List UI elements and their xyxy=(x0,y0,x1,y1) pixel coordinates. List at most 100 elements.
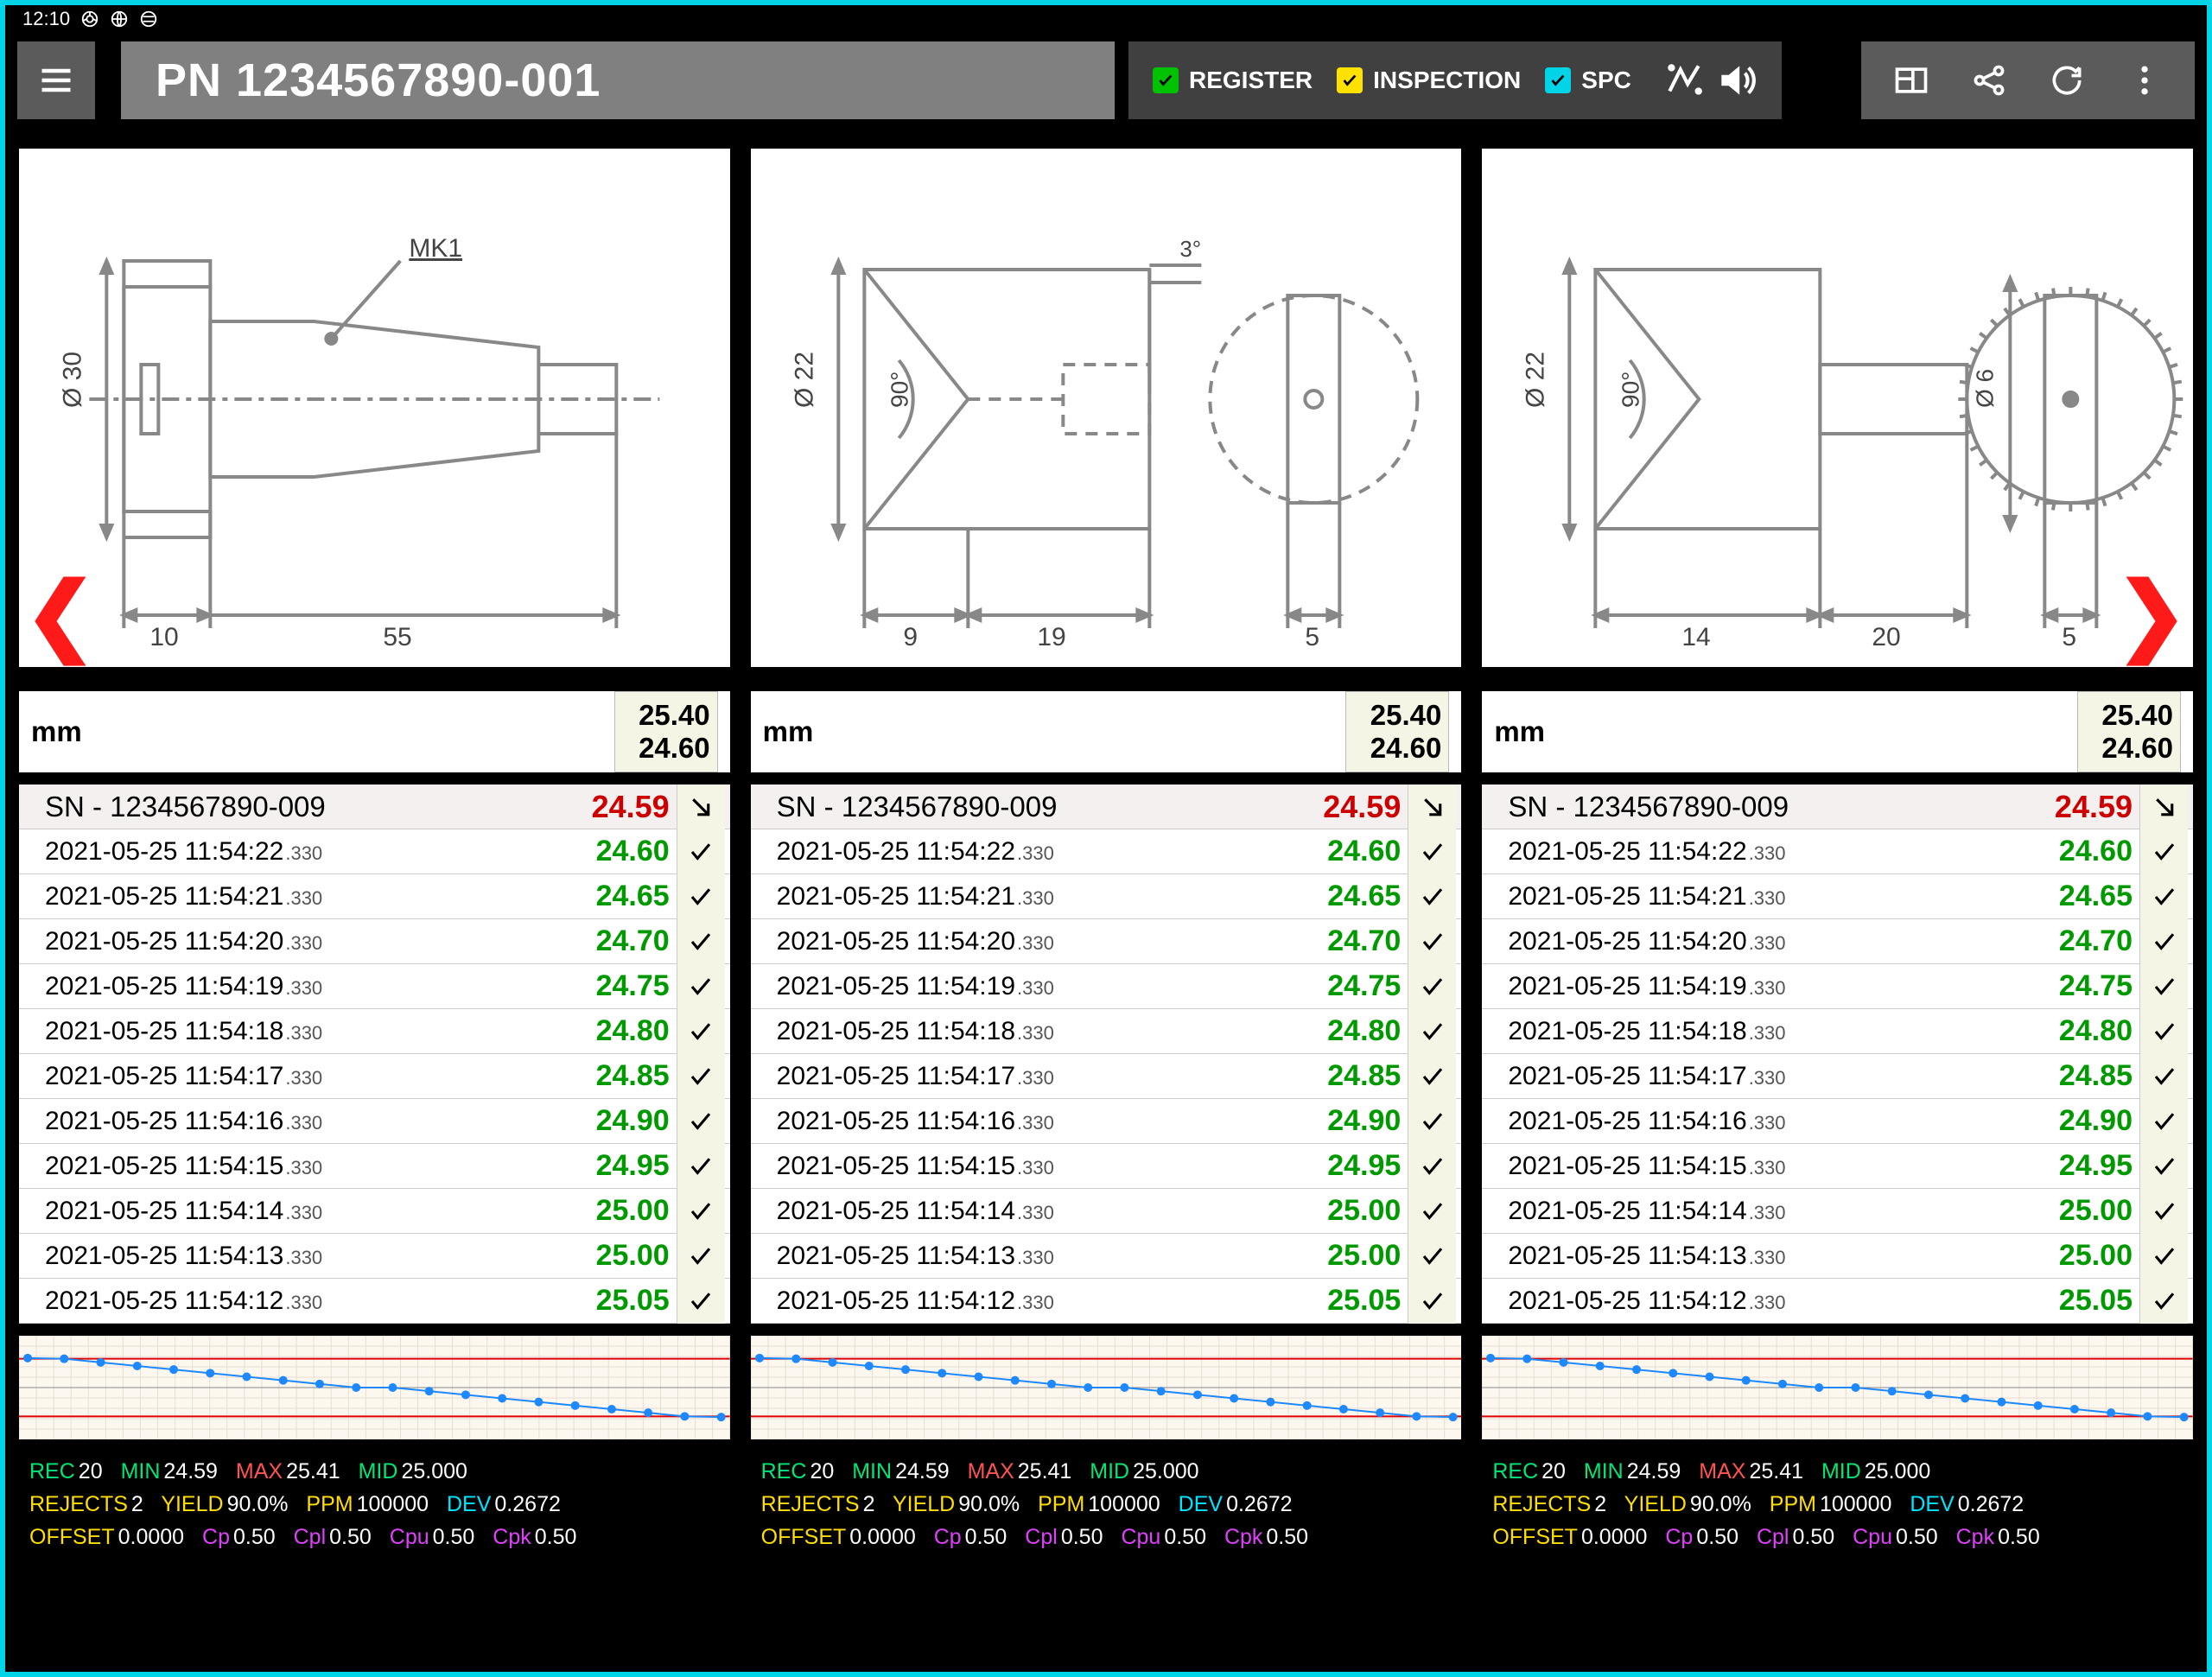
measurement-row[interactable]: 2021-05-25 11:54:14.330 25.00 xyxy=(19,1189,730,1234)
measurement-row[interactable]: 2021-05-25 11:54:12.330 25.05 xyxy=(751,1279,1462,1324)
check-icon xyxy=(677,1099,725,1144)
measurement-value: 24.70 xyxy=(573,924,677,958)
more-icon[interactable] xyxy=(2126,61,2164,99)
status-bar: 12:10 xyxy=(5,5,2207,33)
timestamp: 2021-05-25 11:54:18.330 xyxy=(1508,1017,2036,1046)
timestamp: 2021-05-25 11:54:16.330 xyxy=(1508,1107,2036,1136)
measurement-row[interactable]: 2021-05-25 11:54:17.330 24.85 xyxy=(1482,1054,2193,1099)
refresh-icon[interactable] xyxy=(2048,61,2086,99)
sn-row[interactable]: SN - 1234567890-009 24.59 xyxy=(751,785,1462,829)
check-icon xyxy=(677,874,725,919)
measurement-row[interactable]: 2021-05-25 11:54:22.330 24.60 xyxy=(19,829,730,874)
volume-icon[interactable] xyxy=(1714,59,1758,102)
sn-label: SN - 1234567890-009 xyxy=(45,791,573,823)
check-icon xyxy=(1408,919,1456,964)
measurement-row[interactable]: 2021-05-25 11:54:20.330 24.70 xyxy=(751,919,1462,964)
timestamp: 2021-05-25 11:54:20.330 xyxy=(1508,927,2036,956)
layout-icon[interactable] xyxy=(1892,61,1930,99)
next-chevron-icon[interactable]: ❯ xyxy=(2115,563,2188,664)
measurement-row[interactable]: 2021-05-25 11:54:19.330 24.75 xyxy=(19,964,730,1009)
measurement-value: 24.65 xyxy=(1304,880,1408,913)
measurement-row[interactable]: 2021-05-25 11:54:14.330 25.00 xyxy=(1482,1189,2193,1234)
measurement-row[interactable]: 2021-05-25 11:54:16.330 24.90 xyxy=(1482,1099,2193,1144)
measurement-row[interactable]: 2021-05-25 11:54:22.330 24.60 xyxy=(1482,829,2193,874)
trend-chart[interactable] xyxy=(1482,1336,2193,1439)
measurement-row[interactable]: 2021-05-25 11:54:15.330 24.95 xyxy=(19,1144,730,1189)
drawing-pane[interactable]: Ø 22 90° 9 19 3° 5 xyxy=(751,149,1462,667)
svg-text:90°: 90° xyxy=(1618,372,1644,408)
sn-label: SN - 1234567890-009 xyxy=(1508,791,2036,823)
check-icon xyxy=(1408,1054,1456,1099)
measurement-list: SN - 1234567890-009 24.59 2021-05-25 11:… xyxy=(751,785,1462,1324)
measurement-row[interactable]: 2021-05-25 11:54:21.330 24.65 xyxy=(19,874,730,919)
measurement-row[interactable]: 2021-05-25 11:54:20.330 24.70 xyxy=(19,919,730,964)
globe2-icon xyxy=(139,10,158,29)
measurement-value: 24.65 xyxy=(2036,880,2139,913)
measurement-value: 24.65 xyxy=(573,880,677,913)
measurement-row[interactable]: 2021-05-25 11:54:22.330 24.60 xyxy=(751,829,1462,874)
measurement-row[interactable]: 2021-05-25 11:54:21.330 24.65 xyxy=(751,874,1462,919)
measurement-value: 24.60 xyxy=(1304,835,1408,868)
tol-upper: 25.40 xyxy=(615,699,710,732)
share-icon[interactable] xyxy=(1970,61,2008,99)
timestamp: 2021-05-25 11:54:12.330 xyxy=(1508,1286,2036,1316)
measurement-value: 25.00 xyxy=(573,1194,677,1228)
svg-text:Ø 22: Ø 22 xyxy=(1522,352,1550,408)
trend-down-icon xyxy=(2139,785,2188,829)
sn-row[interactable]: SN - 1234567890-009 24.59 xyxy=(19,785,730,829)
timestamp: 2021-05-25 11:54:22.330 xyxy=(45,837,573,867)
timestamp: 2021-05-25 11:54:19.330 xyxy=(777,972,1305,1001)
timestamp: 2021-05-25 11:54:21.330 xyxy=(777,882,1305,912)
measurement-row[interactable]: 2021-05-25 11:54:12.330 25.05 xyxy=(19,1279,730,1324)
measurement-row[interactable]: 2021-05-25 11:54:20.330 24.70 xyxy=(1482,919,2193,964)
measurement-row[interactable]: 2021-05-25 11:54:21.330 24.65 xyxy=(1482,874,2193,919)
drawing-pane[interactable]: Ø 30 10 55 MK1 xyxy=(19,149,730,667)
measurement-row[interactable]: 2021-05-25 11:54:13.330 25.00 xyxy=(1482,1234,2193,1279)
chrome-icon xyxy=(80,10,99,29)
measurement-value: 24.60 xyxy=(2036,835,2139,868)
sparkle-icon[interactable] xyxy=(1662,59,1706,102)
stats-panel: REC20 MIN24.59 MAX25.41 MID25.000 REJECT… xyxy=(751,1451,1462,1557)
toggle-inspection[interactable]: INSPECTION xyxy=(1337,67,1521,94)
tol-lower: 24.60 xyxy=(1346,732,1441,765)
measurement-row[interactable]: 2021-05-25 11:54:16.330 24.90 xyxy=(751,1099,1462,1144)
measurement-row[interactable]: 2021-05-25 11:54:12.330 25.05 xyxy=(1482,1279,2193,1324)
check-icon xyxy=(2139,919,2188,964)
check-icon xyxy=(1408,1234,1456,1279)
drawing-pane[interactable]: Ø 22 90° 14 20 Ø 6 5 xyxy=(1482,149,2193,667)
measurement-row[interactable]: 2021-05-25 11:54:17.330 24.85 xyxy=(19,1054,730,1099)
trend-chart[interactable] xyxy=(751,1336,1462,1439)
timestamp: 2021-05-25 11:54:17.330 xyxy=(1508,1062,2036,1091)
measurement-row[interactable]: 2021-05-25 11:54:18.330 24.80 xyxy=(19,1009,730,1054)
measurement-value: 24.80 xyxy=(2036,1014,2139,1048)
menu-button[interactable] xyxy=(17,41,95,119)
app-bar: PN 1234567890-001 REGISTER INSPECTION SP… xyxy=(5,33,2207,128)
sn-value: 24.59 xyxy=(2036,789,2139,825)
page-title: PN 1234567890-001 xyxy=(156,54,601,107)
measurement-row[interactable]: 2021-05-25 11:54:16.330 24.90 xyxy=(19,1099,730,1144)
sn-row[interactable]: SN - 1234567890-009 24.59 xyxy=(1482,785,2193,829)
measurement-row[interactable]: 2021-05-25 11:54:19.330 24.75 xyxy=(751,964,1462,1009)
measurement-row[interactable]: 2021-05-25 11:54:18.330 24.80 xyxy=(751,1009,1462,1054)
tolerance-header: mm 25.40 24.60 xyxy=(1482,691,2193,772)
stats-panel: REC20 MIN24.59 MAX25.41 MID25.000 REJECT… xyxy=(19,1451,730,1557)
measurement-row[interactable]: 2021-05-25 11:54:14.330 25.00 xyxy=(751,1189,1462,1234)
toggle-spc[interactable]: SPC xyxy=(1545,67,1631,94)
measurement-row[interactable]: 2021-05-25 11:54:15.330 24.95 xyxy=(1482,1144,2193,1189)
toggle-group: REGISTER INSPECTION SPC xyxy=(1128,41,1782,119)
measurement-row[interactable]: 2021-05-25 11:54:13.330 25.00 xyxy=(751,1234,1462,1279)
toggle-register[interactable]: REGISTER xyxy=(1153,67,1313,94)
measurement-row[interactable]: 2021-05-25 11:54:19.330 24.75 xyxy=(1482,964,2193,1009)
measurement-value: 24.70 xyxy=(1304,924,1408,958)
prev-chevron-icon[interactable]: ❮ xyxy=(24,563,97,664)
trend-chart[interactable] xyxy=(19,1336,730,1439)
tol-lower: 24.60 xyxy=(615,732,710,765)
measurement-row[interactable]: 2021-05-25 11:54:17.330 24.85 xyxy=(751,1054,1462,1099)
tolerance-header: mm 25.40 24.60 xyxy=(19,691,730,772)
measurement-row[interactable]: 2021-05-25 11:54:18.330 24.80 xyxy=(1482,1009,2193,1054)
check-icon xyxy=(1337,67,1363,93)
measurement-row[interactable]: 2021-05-25 11:54:15.330 24.95 xyxy=(751,1144,1462,1189)
measurement-row[interactable]: 2021-05-25 11:54:13.330 25.00 xyxy=(19,1234,730,1279)
right-actions xyxy=(1861,41,2195,119)
timestamp: 2021-05-25 11:54:18.330 xyxy=(45,1017,573,1046)
